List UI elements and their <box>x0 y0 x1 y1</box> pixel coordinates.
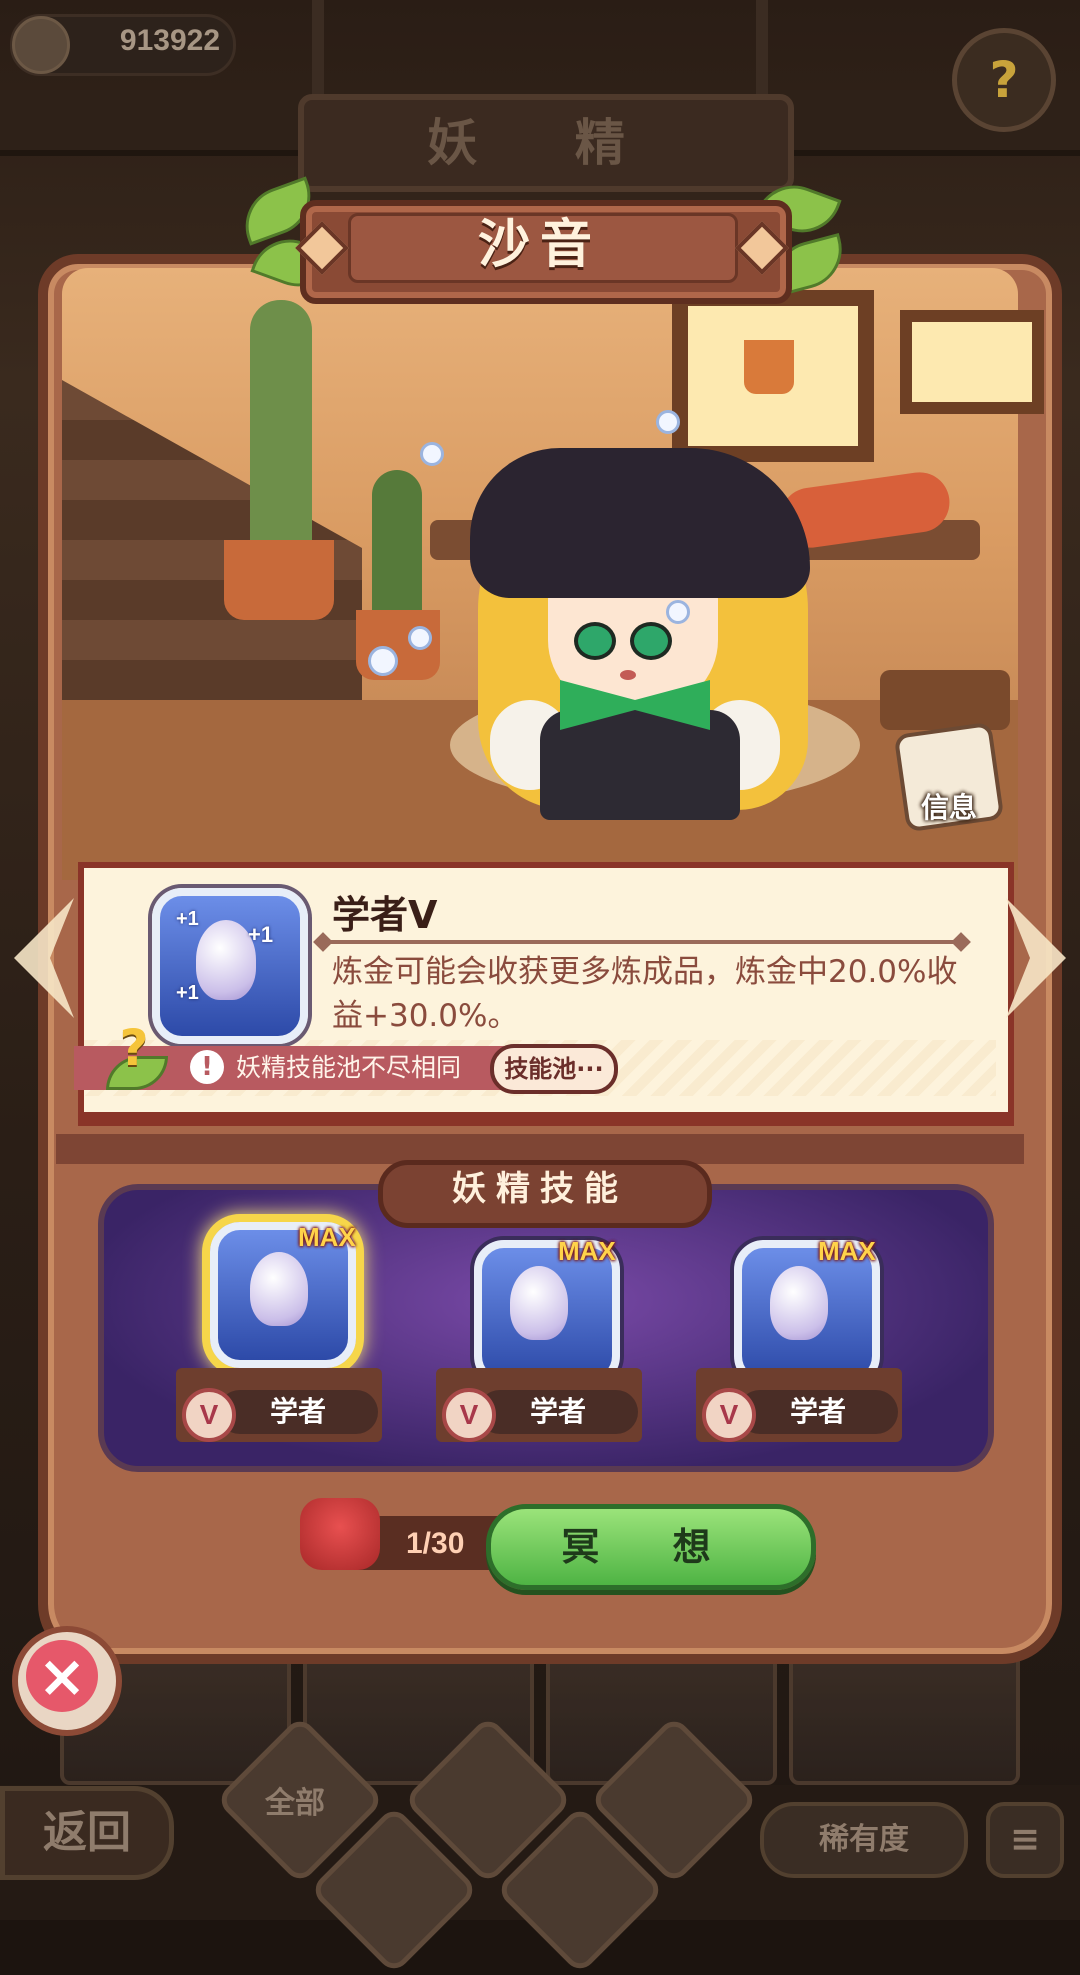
question-icon[interactable]: ? <box>104 1018 164 1078</box>
rank-badge: V <box>702 1388 756 1442</box>
shell-icon <box>510 1266 568 1340</box>
sparkle-icon <box>666 600 690 624</box>
shell-icon <box>250 1252 308 1326</box>
character-hat <box>470 448 810 598</box>
sort-order-icon[interactable]: ≡ <box>986 1802 1064 1878</box>
cactus-plant <box>250 300 312 550</box>
max-badge: MAX <box>558 1236 616 1266</box>
plus-one-label: +1 <box>176 908 199 930</box>
shell-icon <box>770 1266 828 1340</box>
exclamation-icon: ! <box>190 1050 224 1084</box>
meditate-button[interactable]: 冥 想 <box>486 1504 816 1590</box>
coins-value: 913922 <box>119 24 220 57</box>
skill-slot-name: 学者 <box>529 1395 586 1428</box>
max-badge: MAX <box>298 1222 356 1252</box>
cactus-plant <box>372 470 422 620</box>
character-eye <box>574 622 616 660</box>
plus-one-label: +1 <box>248 922 274 947</box>
character-mouth <box>620 670 636 680</box>
close-icon[interactable]: × <box>26 1640 98 1712</box>
skill-slot-name: 学者 <box>789 1395 846 1428</box>
question-icon[interactable]: ? <box>952 28 1056 132</box>
rank-badge: V <box>442 1388 496 1442</box>
flower-pot <box>744 340 794 394</box>
skills-title: 妖精技能 <box>452 1169 628 1209</box>
cake-icon <box>300 1498 380 1570</box>
rarity-sort-button[interactable]: 稀有度 <box>760 1802 968 1878</box>
skill-title: 学者V <box>332 893 438 937</box>
filter-all-label[interactable]: 全部 <box>230 1778 360 1821</box>
scene-window <box>900 310 1044 414</box>
scene-stool <box>880 670 1010 730</box>
max-badge: MAX <box>818 1236 876 1266</box>
page-title-sign: 妖 精 <box>298 94 794 192</box>
warning-text: 妖精技能池不尽相同 <box>236 1053 462 1082</box>
shell-icon <box>196 920 256 1000</box>
flower-pot <box>224 540 334 620</box>
plus-one-label: +1 <box>176 982 199 1004</box>
info-label[interactable]: 信息 <box>894 786 1004 824</box>
skill-slot-name: 学者 <box>269 1395 326 1428</box>
rope <box>312 0 324 100</box>
back-button[interactable]: 返回 <box>0 1786 174 1880</box>
rope <box>756 0 768 100</box>
sparkle-icon <box>368 646 398 676</box>
fairy-name: 沙音 <box>477 215 602 275</box>
page-title: 妖 精 <box>427 114 665 172</box>
divider <box>318 940 964 944</box>
character-eye <box>630 622 672 660</box>
skill-description: 炼金可能会收获更多炼成品，炼金中20.0%收益+30.0%。 <box>332 954 958 1034</box>
coin-icon <box>12 16 70 74</box>
skill-pool-button[interactable]: 技能池··· <box>490 1044 618 1094</box>
rank-badge: V <box>182 1388 236 1442</box>
sparkle-icon <box>656 410 680 434</box>
sparkle-icon <box>408 626 432 650</box>
sparkle-icon <box>420 442 444 466</box>
